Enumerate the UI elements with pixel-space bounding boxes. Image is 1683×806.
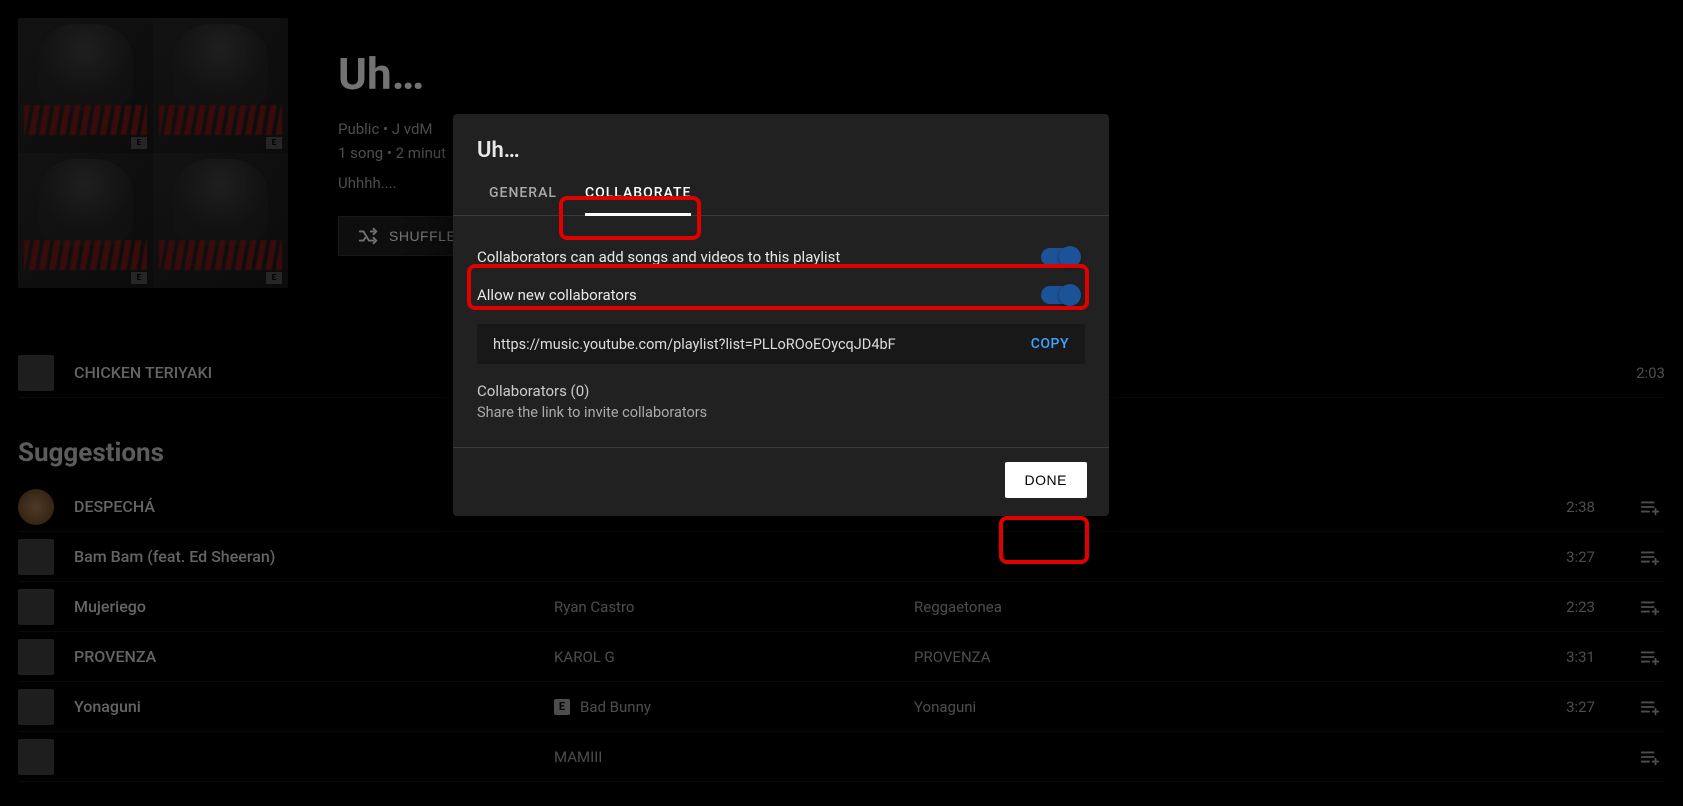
toggle-row-new-collaborators: Allow new collaborators <box>477 276 1085 314</box>
toggle-add-songs[interactable] <box>1041 248 1079 266</box>
share-link-box: https://music.youtube.com/playlist?list=… <box>477 324 1085 364</box>
toggle-row-add-songs: Collaborators can add songs and videos t… <box>477 238 1085 276</box>
modal-header: Uh… <box>453 114 1109 163</box>
collaborators-hint: Share the link to invite collaborators <box>477 404 1085 421</box>
share-url[interactable]: https://music.youtube.com/playlist?list=… <box>493 336 1031 353</box>
modal-tabs: GENERAL COLLABORATE <box>453 163 1109 216</box>
done-button[interactable]: DONE <box>1005 462 1087 498</box>
tab-general[interactable]: GENERAL <box>489 185 557 215</box>
modal-body: Collaborators can add songs and videos t… <box>453 216 1109 447</box>
toggle-new-collaborators[interactable] <box>1041 286 1079 304</box>
modal-title: Uh… <box>477 138 1085 163</box>
toggle-label-add-songs: Collaborators can add songs and videos t… <box>477 248 840 266</box>
toggle-label-new-collaborators: Allow new collaborators <box>477 286 637 304</box>
tab-collaborate[interactable]: COLLABORATE <box>585 185 691 215</box>
copy-button[interactable]: COPY <box>1031 336 1069 352</box>
modal-footer: DONE <box>453 447 1109 516</box>
collaborators-count-label: Collaborators (0) <box>477 382 1085 400</box>
collaborate-modal: Uh… GENERAL COLLABORATE Collaborators ca… <box>453 114 1109 516</box>
